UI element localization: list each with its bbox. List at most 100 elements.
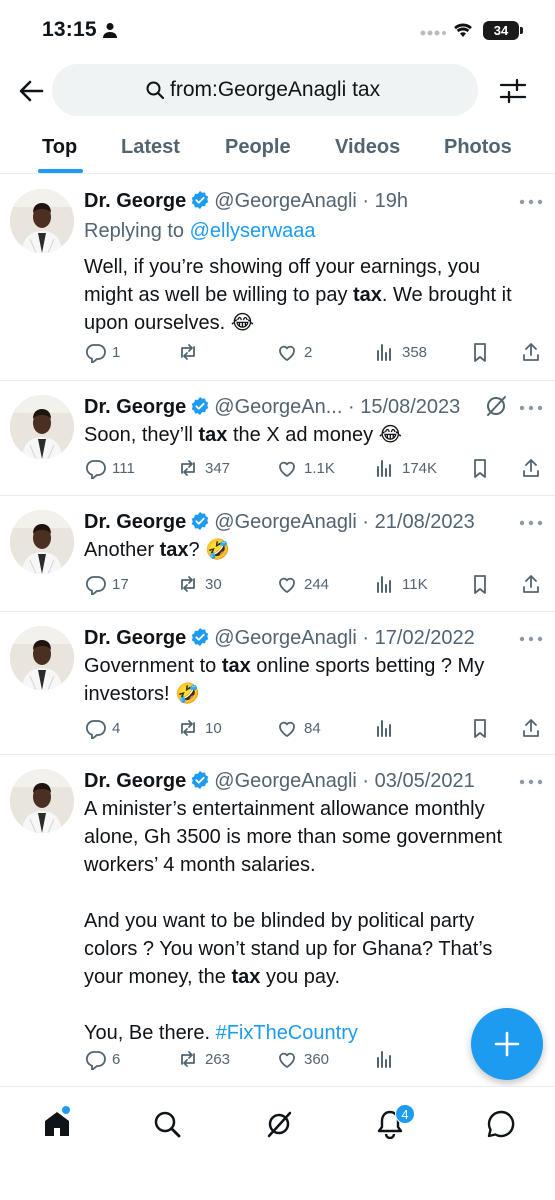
retweet-button[interactable]: 10	[177, 716, 222, 740]
tweet[interactable]: Dr. George @GeorgeAnagli · 21/08/2023 Ano…	[0, 496, 555, 612]
tweet[interactable]: Dr. George @GeorgeAnagli · 17/02/2022 Gov…	[0, 612, 555, 755]
author-handle[interactable]: @GeorgeAnagli	[214, 511, 357, 533]
text-segment: you pay.	[260, 966, 341, 988]
messages-icon[interactable]	[486, 1109, 516, 1139]
text-segment: Soon, they’ll	[84, 424, 199, 446]
reply-button[interactable]: 4	[84, 716, 120, 740]
tweet-header: Dr. George @GeorgeAn... · 15/08/2023	[84, 396, 460, 419]
more-options-icon[interactable]	[519, 199, 543, 205]
reply-button[interactable]: 17	[84, 572, 129, 596]
views-button[interactable]	[374, 716, 402, 740]
mention-link[interactable]: @ellyserwaaa	[190, 220, 316, 242]
tab-videos[interactable]: Videos	[335, 136, 400, 159]
tweet-actions: 17 30 244 11K	[84, 572, 544, 596]
filter-settings-icon[interactable]	[498, 76, 528, 106]
separator: ·	[356, 770, 375, 792]
author-name[interactable]: Dr. George	[84, 190, 186, 212]
heart-icon	[279, 345, 295, 361]
retweet-button[interactable]	[177, 340, 205, 364]
hashtag-link[interactable]: #FixTheCountry	[216, 1022, 358, 1044]
avatar[interactable]	[10, 510, 74, 574]
retweet-button[interactable]: 263	[177, 1047, 230, 1071]
share-icon	[523, 719, 539, 737]
views-button[interactable]: 174K	[374, 456, 437, 480]
tweet[interactable]: Dr. George @GeorgeAn... · 15/08/2023 Soon…	[0, 381, 555, 496]
reply-button[interactable]: 6	[84, 1047, 120, 1071]
views-button[interactable]: 11K	[374, 572, 428, 596]
bookmark-button[interactable]	[469, 716, 491, 740]
avatar[interactable]	[10, 769, 74, 833]
share-button[interactable]	[520, 456, 542, 480]
grok-icon[interactable]	[483, 393, 509, 419]
tab-latest[interactable]: Latest	[121, 136, 180, 159]
views-button[interactable]	[374, 1047, 402, 1071]
author-name[interactable]: Dr. George	[84, 511, 186, 533]
separator: ·	[356, 190, 375, 212]
tab-photos[interactable]: Photos	[444, 136, 512, 159]
author-name[interactable]: Dr. George	[84, 396, 186, 418]
share-button[interactable]	[520, 572, 542, 596]
battery-tip	[520, 27, 523, 34]
status-bar: 13:15 34	[0, 0, 555, 62]
tweet-header: Dr. George @GeorgeAnagli · 19h	[84, 190, 408, 213]
tweet-actions: 111 347 1.1K 174K	[84, 456, 544, 480]
paragraph: You, Be there. #FixTheCountry	[84, 1019, 524, 1047]
separator: ·	[356, 511, 375, 533]
author-name[interactable]: Dr. George	[84, 770, 186, 792]
tweet[interactable]: Dr. George @GeorgeAnagli · 19h Replying t…	[0, 175, 555, 381]
view-count: 11K	[402, 575, 428, 593]
retweet-button[interactable]: 347	[177, 456, 230, 480]
avatar[interactable]	[10, 189, 74, 253]
active-tab-indicator	[38, 169, 83, 173]
author-handle[interactable]: @GeorgeAnagli	[214, 627, 357, 649]
replying-to: Replying to @ellyserwaaa	[84, 220, 316, 243]
text-segment: Another	[84, 539, 160, 561]
tweet-time: 15/08/2023	[360, 396, 461, 418]
like-button[interactable]: 244	[276, 572, 329, 596]
tweet-header: Dr. George @GeorgeAnagli · 21/08/2023	[84, 511, 475, 534]
like-button[interactable]: 1.1K	[276, 456, 335, 480]
more-options-icon[interactable]	[519, 520, 543, 526]
retweet-icon	[181, 720, 195, 736]
heart-icon	[279, 577, 295, 593]
notifications-badge: 4	[395, 1104, 415, 1124]
retweet-count: 263	[205, 1050, 231, 1068]
tweet-actions: 4 10 84	[84, 716, 544, 740]
compose-button[interactable]	[471, 1008, 543, 1080]
like-button[interactable]: 84	[276, 716, 321, 740]
author-handle[interactable]: @GeorgeAnagli	[214, 190, 357, 212]
avatar[interactable]	[10, 395, 74, 459]
like-button[interactable]: 2	[276, 340, 312, 364]
retweet-button[interactable]: 30	[177, 572, 222, 596]
search-nav-icon[interactable]	[152, 1109, 182, 1139]
bookmark-button[interactable]	[469, 456, 491, 480]
tweet-time: 17/02/2022	[374, 627, 475, 649]
reply-button[interactable]: 1	[84, 340, 120, 364]
like-button[interactable]: 360	[276, 1047, 329, 1071]
avatar[interactable]	[10, 626, 74, 690]
bookmark-button[interactable]	[469, 340, 491, 364]
highlighted-term: tax	[159, 539, 189, 561]
more-options-icon[interactable]	[519, 779, 543, 785]
more-options-icon[interactable]	[519, 405, 543, 411]
tab-people[interactable]: People	[225, 136, 291, 159]
author-handle[interactable]: @GeorgeAn...	[214, 396, 342, 418]
like-count: 2	[304, 343, 313, 361]
back-arrow-icon[interactable]	[16, 76, 46, 106]
bookmark-button[interactable]	[469, 572, 491, 596]
author-name[interactable]: Dr. George	[84, 627, 186, 649]
more-options-icon[interactable]	[519, 636, 543, 642]
share-button[interactable]	[520, 340, 542, 364]
reply-count: 4	[112, 719, 121, 737]
views-button[interactable]: 358	[374, 340, 427, 364]
battery-icon: 34	[483, 21, 519, 40]
tab-top[interactable]: Top	[42, 136, 77, 159]
avatar-image	[10, 510, 74, 574]
search-input[interactable]: from:GeorgeAnagli tax	[52, 64, 478, 116]
reply-button[interactable]: 111	[84, 456, 135, 480]
author-handle[interactable]: @GeorgeAnagli	[214, 770, 357, 792]
grok-nav-icon[interactable]	[264, 1109, 294, 1139]
share-button[interactable]	[520, 716, 542, 740]
share-icon	[523, 343, 539, 361]
reply-icon	[85, 344, 106, 363]
